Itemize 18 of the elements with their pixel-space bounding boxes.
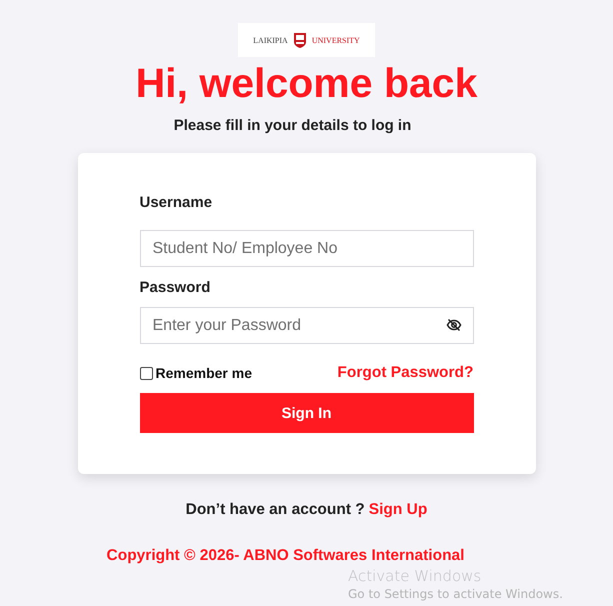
signup-prompt: Don’t have an account ? [186, 501, 365, 519]
forgot-password-link[interactable]: Forgot Password? [337, 364, 474, 382]
password-label: Password [140, 279, 212, 296]
remember-label: Remember me [156, 365, 252, 381]
hidden-eye-icon[interactable] [446, 317, 462, 333]
copyright-text: Copyright © 2026- ABNO Softwares International [106, 547, 464, 565]
sign-up-link[interactable]: Sign Up [368, 501, 428, 519]
logo-text: UNIVERSITY [312, 36, 360, 44]
password-field[interactable]: Enter your Password [140, 307, 474, 344]
activation-message: Go to Settings to activate Windows. [348, 587, 563, 601]
subtitle: Please fill in your details to log in [174, 117, 412, 134]
remember-checkbox[interactable] [140, 366, 152, 380]
username-label: Username [140, 194, 214, 211]
username-field[interactable]: Student No/ Employee No [140, 230, 474, 267]
welcome-heading: Hi, welcome back [136, 59, 478, 107]
sign-in-button[interactable]: Sign In [140, 393, 474, 433]
crest-icon [292, 32, 307, 48]
logo-text: LAIKIPIA [253, 36, 288, 44]
